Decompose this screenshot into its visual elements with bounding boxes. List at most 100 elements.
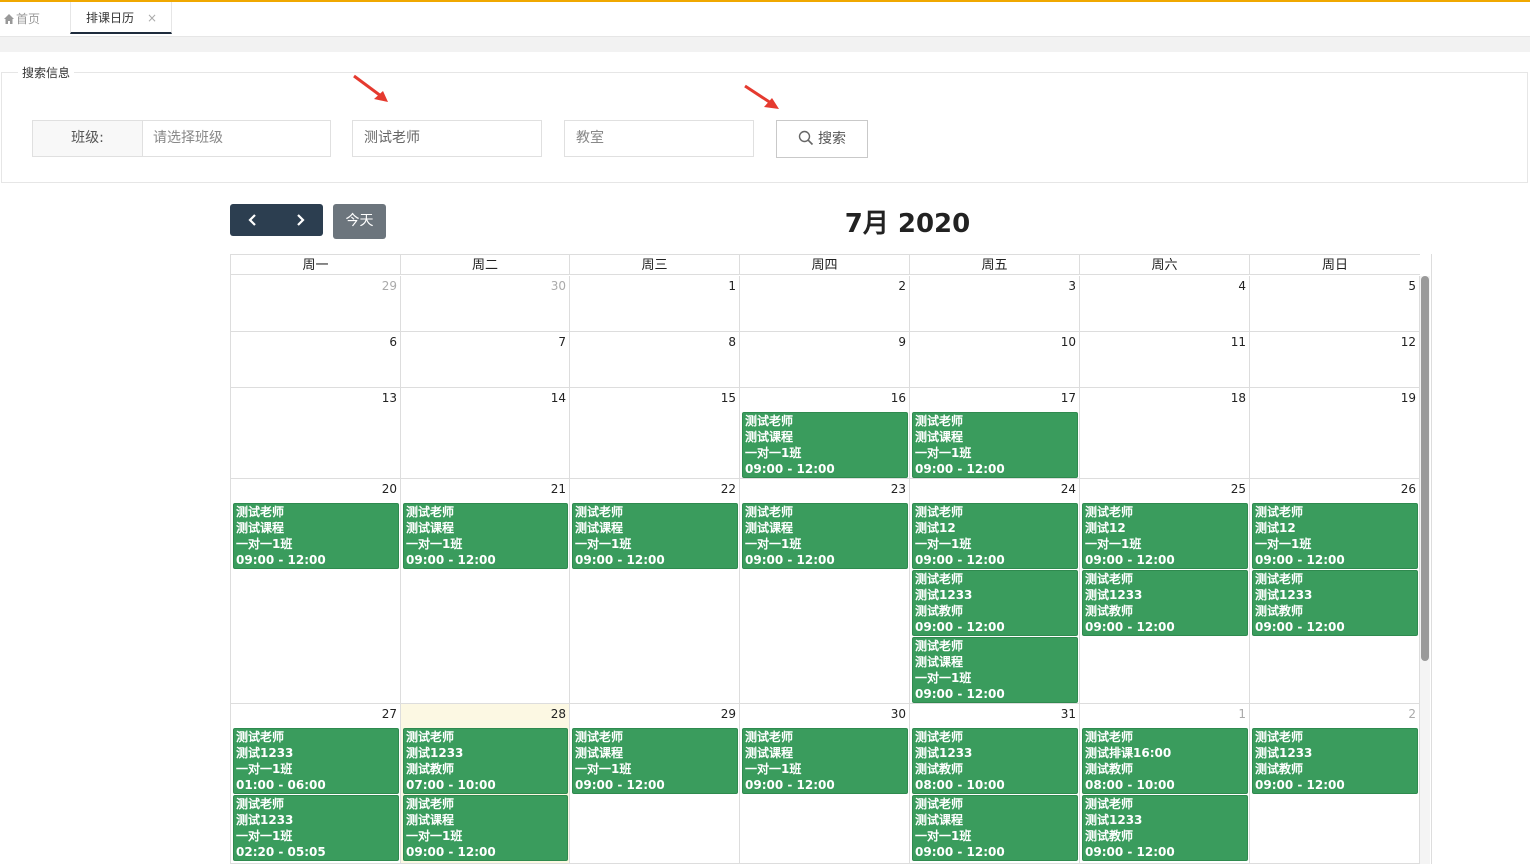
- tab-schedule-calendar[interactable]: 排课日历 ×: [70, 2, 172, 34]
- day-number[interactable]: 29: [721, 707, 736, 721]
- day-number[interactable]: 30: [891, 707, 906, 721]
- schedule-event[interactable]: 测试老师 测试12 一对一1班 09:00 - 12:00: [912, 503, 1078, 569]
- day-cell[interactable]: 10: [910, 332, 1080, 388]
- close-icon[interactable]: ×: [147, 2, 157, 34]
- schedule-event[interactable]: 测试老师 测试课程 一对一1班 09:00 - 12:00: [572, 503, 738, 569]
- schedule-event[interactable]: 测试老师 测试12 一对一1班 09:00 - 12:00: [1252, 503, 1418, 569]
- day-cell[interactable]: 2: [740, 276, 910, 332]
- day-cell[interactable]: 11: [1080, 332, 1250, 388]
- schedule-event[interactable]: 测试老师 测试课程 一对一1班 09:00 - 12:00: [233, 503, 399, 569]
- schedule-event[interactable]: 测试老师 测试12 一对一1班 09:00 - 12:00: [1082, 503, 1248, 569]
- event-line: 测试1233: [915, 746, 973, 760]
- schedule-event[interactable]: 测试老师 测试课程 一对一1班 09:00 - 12:00: [912, 795, 1078, 861]
- schedule-event[interactable]: 测试老师 测试1233 测试教师 09:00 - 12:00: [1082, 795, 1248, 861]
- day-number[interactable]: 24: [1061, 482, 1076, 496]
- day-number[interactable]: 30: [551, 279, 566, 293]
- prev-month-button[interactable]: [230, 204, 276, 236]
- day-cell[interactable]: 1: [570, 276, 740, 332]
- schedule-event[interactable]: 测试老师 测试课程 一对一1班 09:00 - 12:00: [742, 412, 908, 478]
- day-cell[interactable]: 18: [1080, 388, 1250, 479]
- day-number[interactable]: 11: [1231, 335, 1246, 349]
- schedule-event[interactable]: 测试老师 测试1233 测试教师 09:00 - 12:00: [912, 570, 1078, 636]
- day-number[interactable]: 16: [891, 391, 906, 405]
- schedule-event[interactable]: 测试老师 测试课程 一对一1班 09:00 - 12:00: [403, 503, 568, 569]
- scrollbar-thumb[interactable]: [1421, 276, 1429, 661]
- class-select[interactable]: 班级: 请选择班级: [32, 120, 331, 157]
- event-line: 09:00 - 12:00: [1255, 553, 1345, 567]
- day-number[interactable]: 15: [721, 391, 736, 405]
- schedule-event[interactable]: 测试老师 测试课程 一对一1班 09:00 - 12:00: [742, 503, 908, 569]
- day-number[interactable]: 2: [1408, 707, 1416, 721]
- event-line: 09:00 - 12:00: [745, 778, 835, 792]
- schedule-event[interactable]: 测试老师 测试排课16:00 测试教师 08:00 - 10:00: [1082, 728, 1248, 794]
- day-number[interactable]: 26: [1401, 482, 1416, 496]
- schedule-event[interactable]: 测试老师 测试1233 测试教师 09:00 - 12:00: [1082, 570, 1248, 636]
- day-number[interactable]: 5: [1408, 279, 1416, 293]
- day-number[interactable]: 3: [1068, 279, 1076, 293]
- day-number[interactable]: 17: [1061, 391, 1076, 405]
- day-cell[interactable]: 5: [1250, 276, 1420, 332]
- day-cell[interactable]: 29: [231, 276, 401, 332]
- day-number[interactable]: 28: [551, 707, 566, 721]
- teacher-input[interactable]: 测试老师: [352, 120, 542, 157]
- day-number[interactable]: 18: [1231, 391, 1246, 405]
- event-line: 测试课程: [236, 521, 285, 535]
- day-number[interactable]: 29: [382, 279, 397, 293]
- day-cell[interactable]: 9: [740, 332, 910, 388]
- day-cell[interactable]: 7: [401, 332, 570, 388]
- day-cell[interactable]: 4: [1080, 276, 1250, 332]
- schedule-event[interactable]: 测试老师 测试课程 一对一1班 09:00 - 12:00: [742, 728, 908, 794]
- day-cell[interactable]: 30: [401, 276, 570, 332]
- day-number[interactable]: 23: [891, 482, 906, 496]
- day-number[interactable]: 1: [728, 279, 736, 293]
- day-number[interactable]: 10: [1061, 335, 1076, 349]
- day-number[interactable]: 8: [728, 335, 736, 349]
- schedule-event[interactable]: 测试老师 测试课程 一对一1班 09:00 - 12:00: [403, 795, 568, 861]
- schedule-event[interactable]: 测试老师 测试课程 一对一1班 09:00 - 12:00: [912, 637, 1078, 703]
- day-cell[interactable]: 15: [570, 388, 740, 479]
- day-number[interactable]: 25: [1231, 482, 1246, 496]
- event-line: 一对一1班: [1085, 537, 1142, 551]
- day-number[interactable]: 12: [1401, 335, 1416, 349]
- day-cell[interactable]: 13: [231, 388, 401, 479]
- day-number[interactable]: 14: [551, 391, 566, 405]
- day-number[interactable]: 7: [558, 335, 566, 349]
- day-number[interactable]: 2: [898, 279, 906, 293]
- day-cell[interactable]: 6: [231, 332, 401, 388]
- schedule-event[interactable]: 测试老师 测试1233 测试教师 07:00 - 10:00: [403, 728, 568, 794]
- event-line: 测试1233: [236, 813, 294, 827]
- event-line: 一对一1班: [406, 537, 463, 551]
- day-number[interactable]: 27: [382, 707, 397, 721]
- next-month-button[interactable]: [277, 204, 323, 236]
- day-number[interactable]: 4: [1238, 279, 1246, 293]
- day-number[interactable]: 9: [898, 335, 906, 349]
- event-line: 一对一1班: [915, 829, 972, 843]
- day-number[interactable]: 31: [1061, 707, 1076, 721]
- day-number[interactable]: 21: [551, 482, 566, 496]
- today-button[interactable]: 今天: [333, 204, 386, 239]
- day-cell[interactable]: 3: [910, 276, 1080, 332]
- month-nav-group: [230, 204, 323, 236]
- day-number[interactable]: 6: [389, 335, 397, 349]
- event-line: 测试12: [1085, 521, 1126, 535]
- schedule-event[interactable]: 测试老师 测试1233 测试教师 09:00 - 12:00: [1252, 570, 1418, 636]
- event-line: 测试1233: [1085, 813, 1143, 827]
- schedule-event[interactable]: 测试老师 测试1233 测试教师 09:00 - 12:00: [1252, 728, 1418, 794]
- schedule-event[interactable]: 测试老师 测试1233 一对一1班 02:20 - 05:05: [233, 795, 399, 861]
- day-cell[interactable]: 8: [570, 332, 740, 388]
- day-number[interactable]: 1: [1238, 707, 1246, 721]
- day-cell[interactable]: 19: [1250, 388, 1420, 479]
- schedule-event[interactable]: 测试老师 测试1233 测试教师 08:00 - 10:00: [912, 728, 1078, 794]
- schedule-event[interactable]: 测试老师 测试课程 一对一1班 09:00 - 12:00: [572, 728, 738, 794]
- day-number[interactable]: 19: [1401, 391, 1416, 405]
- classroom-input[interactable]: 教室: [564, 120, 754, 157]
- search-button[interactable]: 搜索: [776, 120, 868, 158]
- schedule-event[interactable]: 测试老师 测试1233 一对一1班 01:00 - 06:00: [233, 728, 399, 794]
- day-cell[interactable]: 14: [401, 388, 570, 479]
- day-number[interactable]: 22: [721, 482, 736, 496]
- day-number[interactable]: 20: [382, 482, 397, 496]
- day-cell[interactable]: 12: [1250, 332, 1420, 388]
- tab-home[interactable]: 首页: [4, 2, 40, 36]
- schedule-event[interactable]: 测试老师 测试课程 一对一1班 09:00 - 12:00: [912, 412, 1078, 478]
- day-number[interactable]: 13: [382, 391, 397, 405]
